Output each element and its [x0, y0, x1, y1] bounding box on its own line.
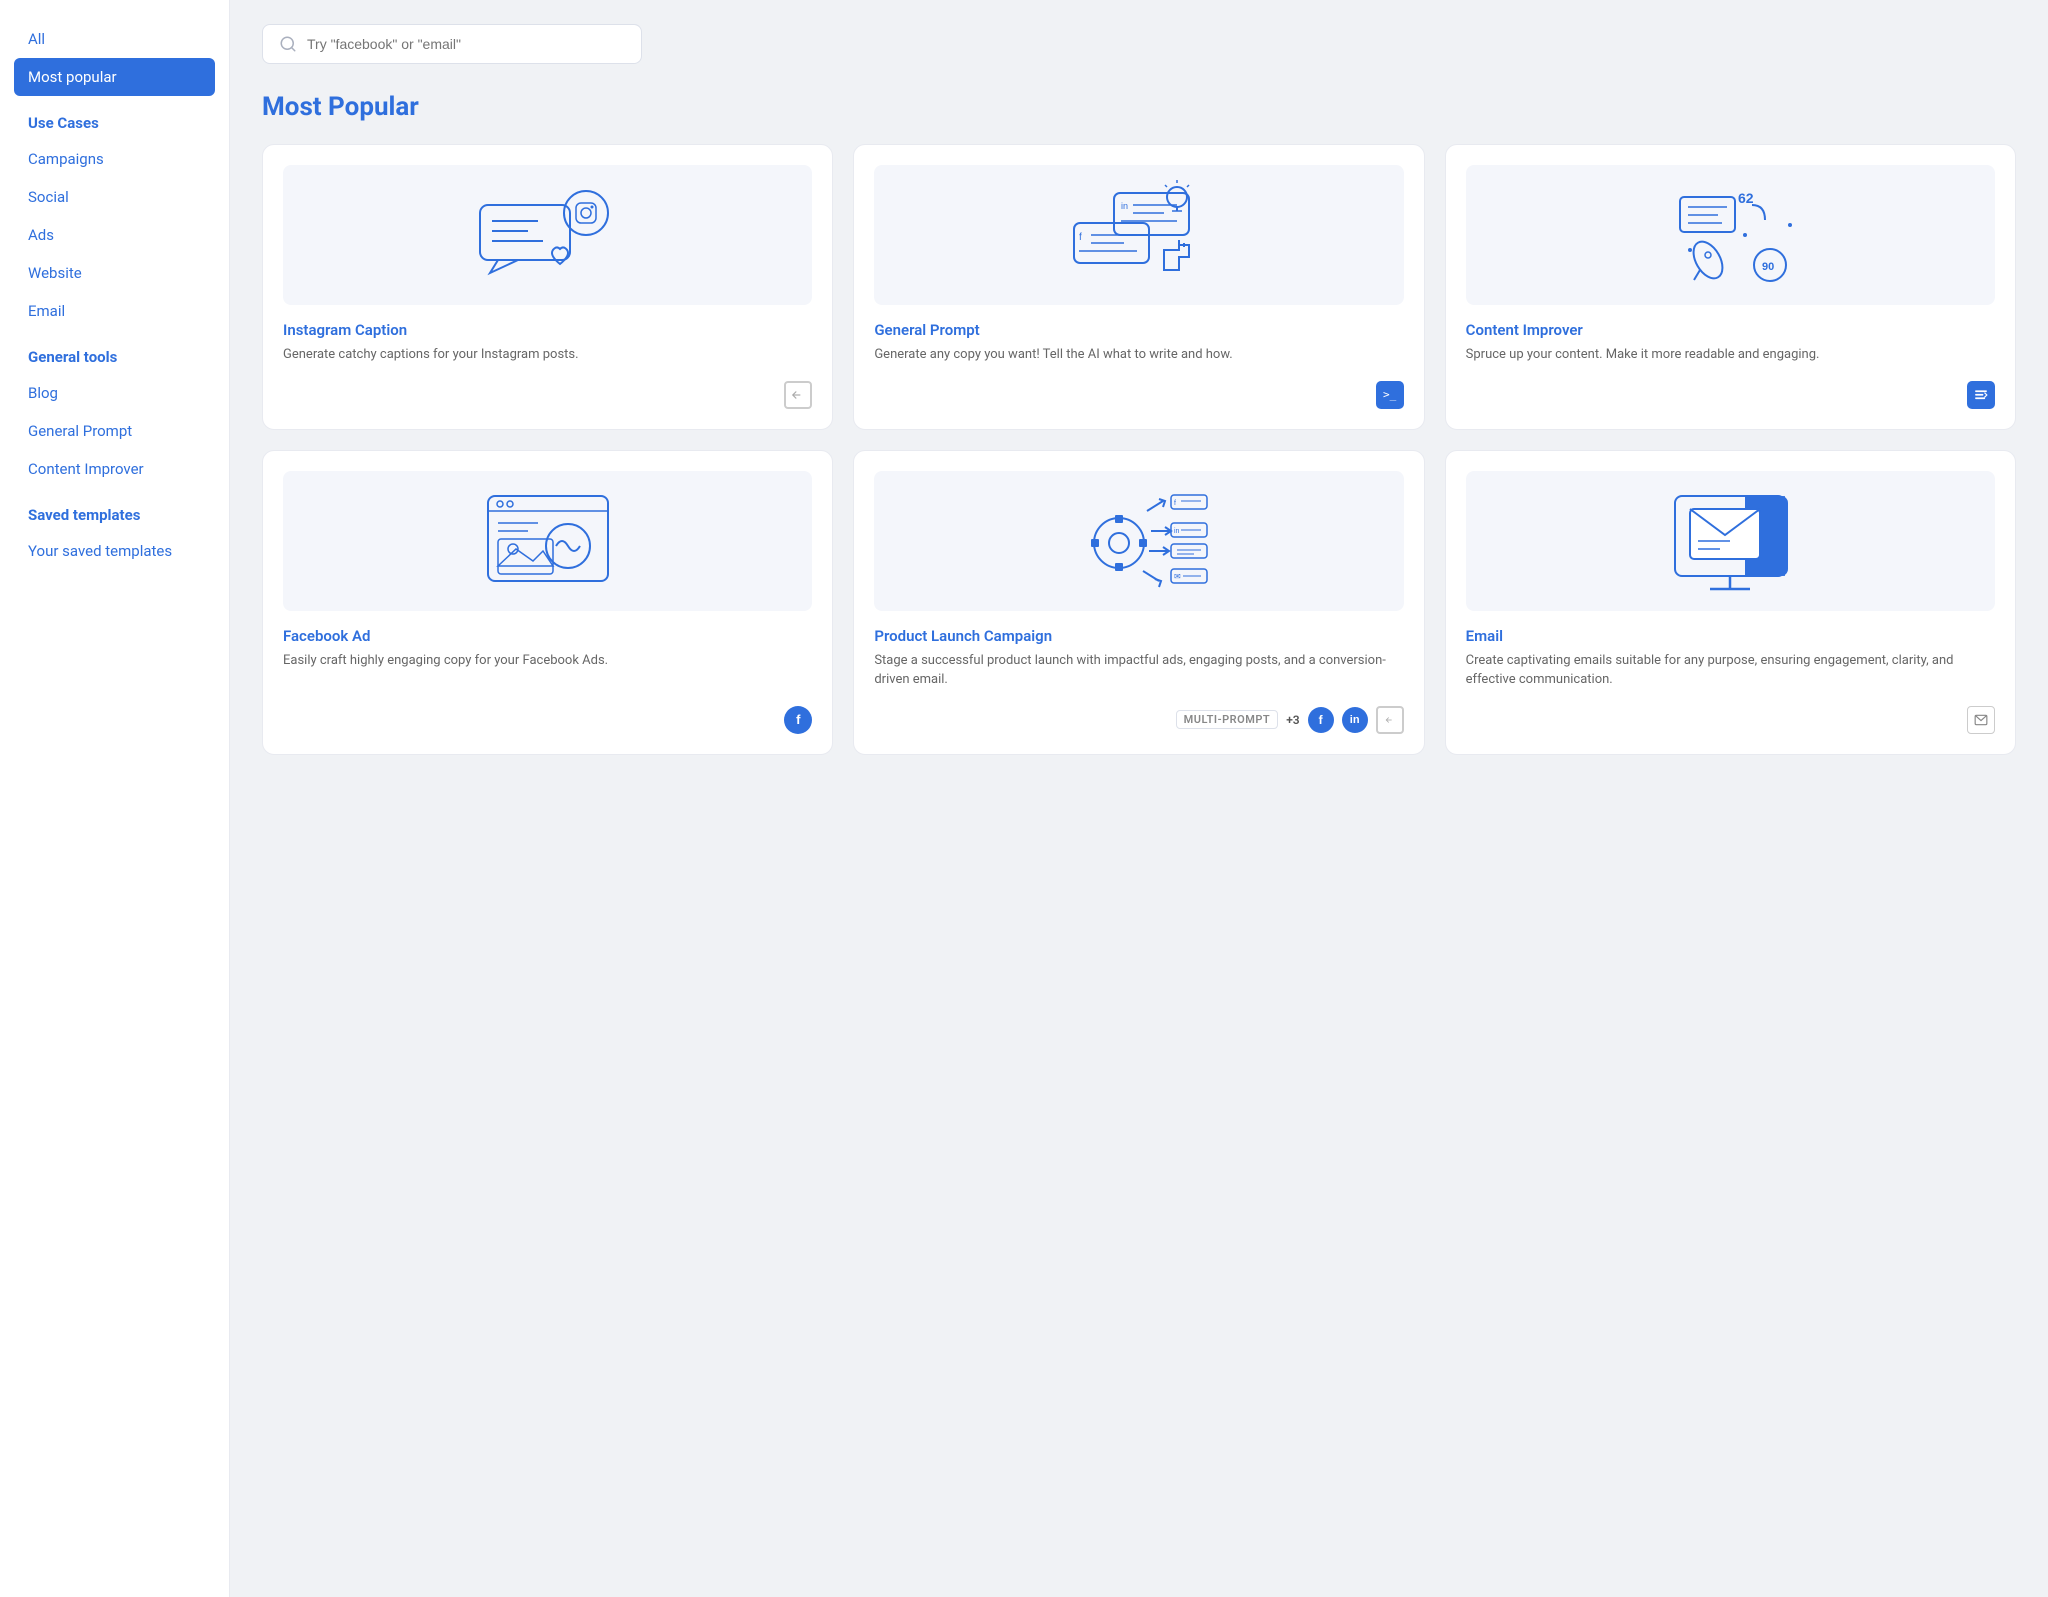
card-footer-general-prompt: >_	[874, 381, 1403, 409]
card-desc-email: Create captivating emails suitable for a…	[1466, 651, 1995, 690]
illustration-email-svg	[1650, 481, 1810, 601]
sidebar-section-saved-templates: Saved templates	[0, 488, 229, 532]
card-general-prompt[interactable]: in f	[853, 144, 1424, 430]
card-instagram-caption[interactable]: Instagram Caption Generate catchy captio…	[262, 144, 833, 430]
card-badge-email	[1967, 706, 1995, 734]
section-title: Most Popular	[262, 92, 2016, 122]
card-footer-facebook-ad: f	[283, 706, 812, 734]
card-badge-general-prompt: >_	[1376, 381, 1404, 409]
card-footer-instagram	[283, 381, 812, 409]
sidebar-item-your-saved-templates[interactable]: Your saved templates	[0, 532, 229, 570]
illustration-facebook-ad-svg	[468, 481, 628, 601]
card-badge-linkedin-product: in	[1342, 707, 1368, 733]
email-icon	[1974, 713, 1988, 727]
card-footer-product-launch: MULTI-PROMPT +3 f in	[874, 706, 1403, 734]
card-title-content-improver: Content Improver	[1466, 321, 1995, 339]
card-illustration-instagram	[283, 165, 812, 305]
card-facebook-ad[interactable]: Facebook Ad Easily craft highly engaging…	[262, 450, 833, 755]
illustration-general-prompt-svg: in f	[1059, 175, 1219, 295]
svg-text:f: f	[1174, 500, 1176, 507]
card-email[interactable]: Email Create captivating emails suitable…	[1445, 450, 2016, 755]
card-badge-content-improver	[1967, 381, 1995, 409]
illustration-product-launch-svg: f in ✉	[1059, 481, 1219, 601]
svg-text:in: in	[1121, 201, 1128, 211]
sidebar-item-most-popular[interactable]: Most popular	[14, 58, 215, 96]
card-title-facebook-ad: Facebook Ad	[283, 627, 812, 645]
sidebar-section-general-tools: General tools	[0, 330, 229, 374]
card-footer-content-improver	[1466, 381, 1995, 409]
card-illustration-email	[1466, 471, 1995, 611]
card-badge-instagram	[784, 381, 812, 409]
svg-text:90: 90	[1762, 261, 1774, 273]
card-footer-email	[1466, 706, 1995, 734]
sidebar-section-use-cases: Use Cases	[0, 96, 229, 140]
corner-arrow-icon	[1385, 715, 1395, 725]
card-content-improver[interactable]: 62 90	[1445, 144, 2016, 430]
linkedin-icon-product: in	[1350, 714, 1360, 726]
sidebar-item-general-prompt[interactable]: General Prompt	[0, 412, 229, 450]
card-title-general-prompt: General Prompt	[874, 321, 1403, 339]
multi-prompt-label: MULTI-PROMPT	[1176, 710, 1279, 729]
sidebar-item-social[interactable]: Social	[0, 178, 229, 216]
card-title-email: Email	[1466, 627, 1995, 645]
card-illustration-facebook-ad	[283, 471, 812, 611]
card-badge-facebook-ad: f	[784, 706, 812, 734]
search-icon	[279, 35, 297, 53]
card-desc-facebook-ad: Easily craft highly engaging copy for yo…	[283, 651, 812, 690]
card-badge-arrow-product	[1376, 706, 1404, 734]
sidebar-item-website[interactable]: Website	[0, 254, 229, 292]
sidebar-item-campaigns[interactable]: Campaigns	[0, 140, 229, 178]
card-illustration-product-launch: f in ✉	[874, 471, 1403, 611]
facebook-icon: f	[796, 712, 800, 727]
search-bar[interactable]	[262, 24, 642, 64]
sidebar-item-content-improver[interactable]: Content Improver	[0, 450, 229, 488]
svg-text:f: f	[1079, 232, 1082, 243]
cards-grid: Instagram Caption Generate catchy captio…	[262, 144, 2016, 755]
terminal-icon: >_	[1383, 388, 1396, 401]
card-badge-facebook-product: f	[1308, 707, 1334, 733]
card-desc-instagram: Generate catchy captions for your Instag…	[283, 345, 812, 365]
svg-text:✉: ✉	[1174, 572, 1181, 581]
sidebar-item-ads[interactable]: Ads	[0, 216, 229, 254]
sidebar-item-blog[interactable]: Blog	[0, 374, 229, 412]
card-desc-general-prompt: Generate any copy you want! Tell the AI …	[874, 345, 1403, 365]
main-content: Most Popular	[230, 0, 2048, 1597]
card-product-launch[interactable]: f in ✉ Product Launch Campaign Stage a s…	[853, 450, 1424, 755]
svg-text:in: in	[1174, 528, 1180, 535]
facebook-icon-product: f	[1319, 713, 1323, 727]
sidebar: All Most popular Use Cases Campaigns Soc…	[0, 0, 230, 1597]
card-desc-content-improver: Spruce up your content. Make it more rea…	[1466, 345, 1995, 365]
illustration-instagram-svg	[468, 175, 628, 295]
search-input[interactable]	[307, 36, 625, 52]
sidebar-item-email[interactable]: Email	[0, 292, 229, 330]
illustration-content-improver-svg: 62 90	[1650, 175, 1810, 295]
sidebar-item-all[interactable]: All	[0, 20, 229, 58]
card-illustration-content-improver: 62 90	[1466, 165, 1995, 305]
svg-text:62: 62	[1738, 190, 1754, 206]
list-improve-icon	[1974, 388, 1988, 402]
plus-badge: +3	[1286, 713, 1299, 727]
card-desc-product-launch: Stage a successful product launch with i…	[874, 651, 1403, 690]
card-title-product-launch: Product Launch Campaign	[874, 627, 1403, 645]
card-illustration-general-prompt: in f	[874, 165, 1403, 305]
corner-bracket-icon	[791, 388, 805, 402]
card-title-instagram: Instagram Caption	[283, 321, 812, 339]
